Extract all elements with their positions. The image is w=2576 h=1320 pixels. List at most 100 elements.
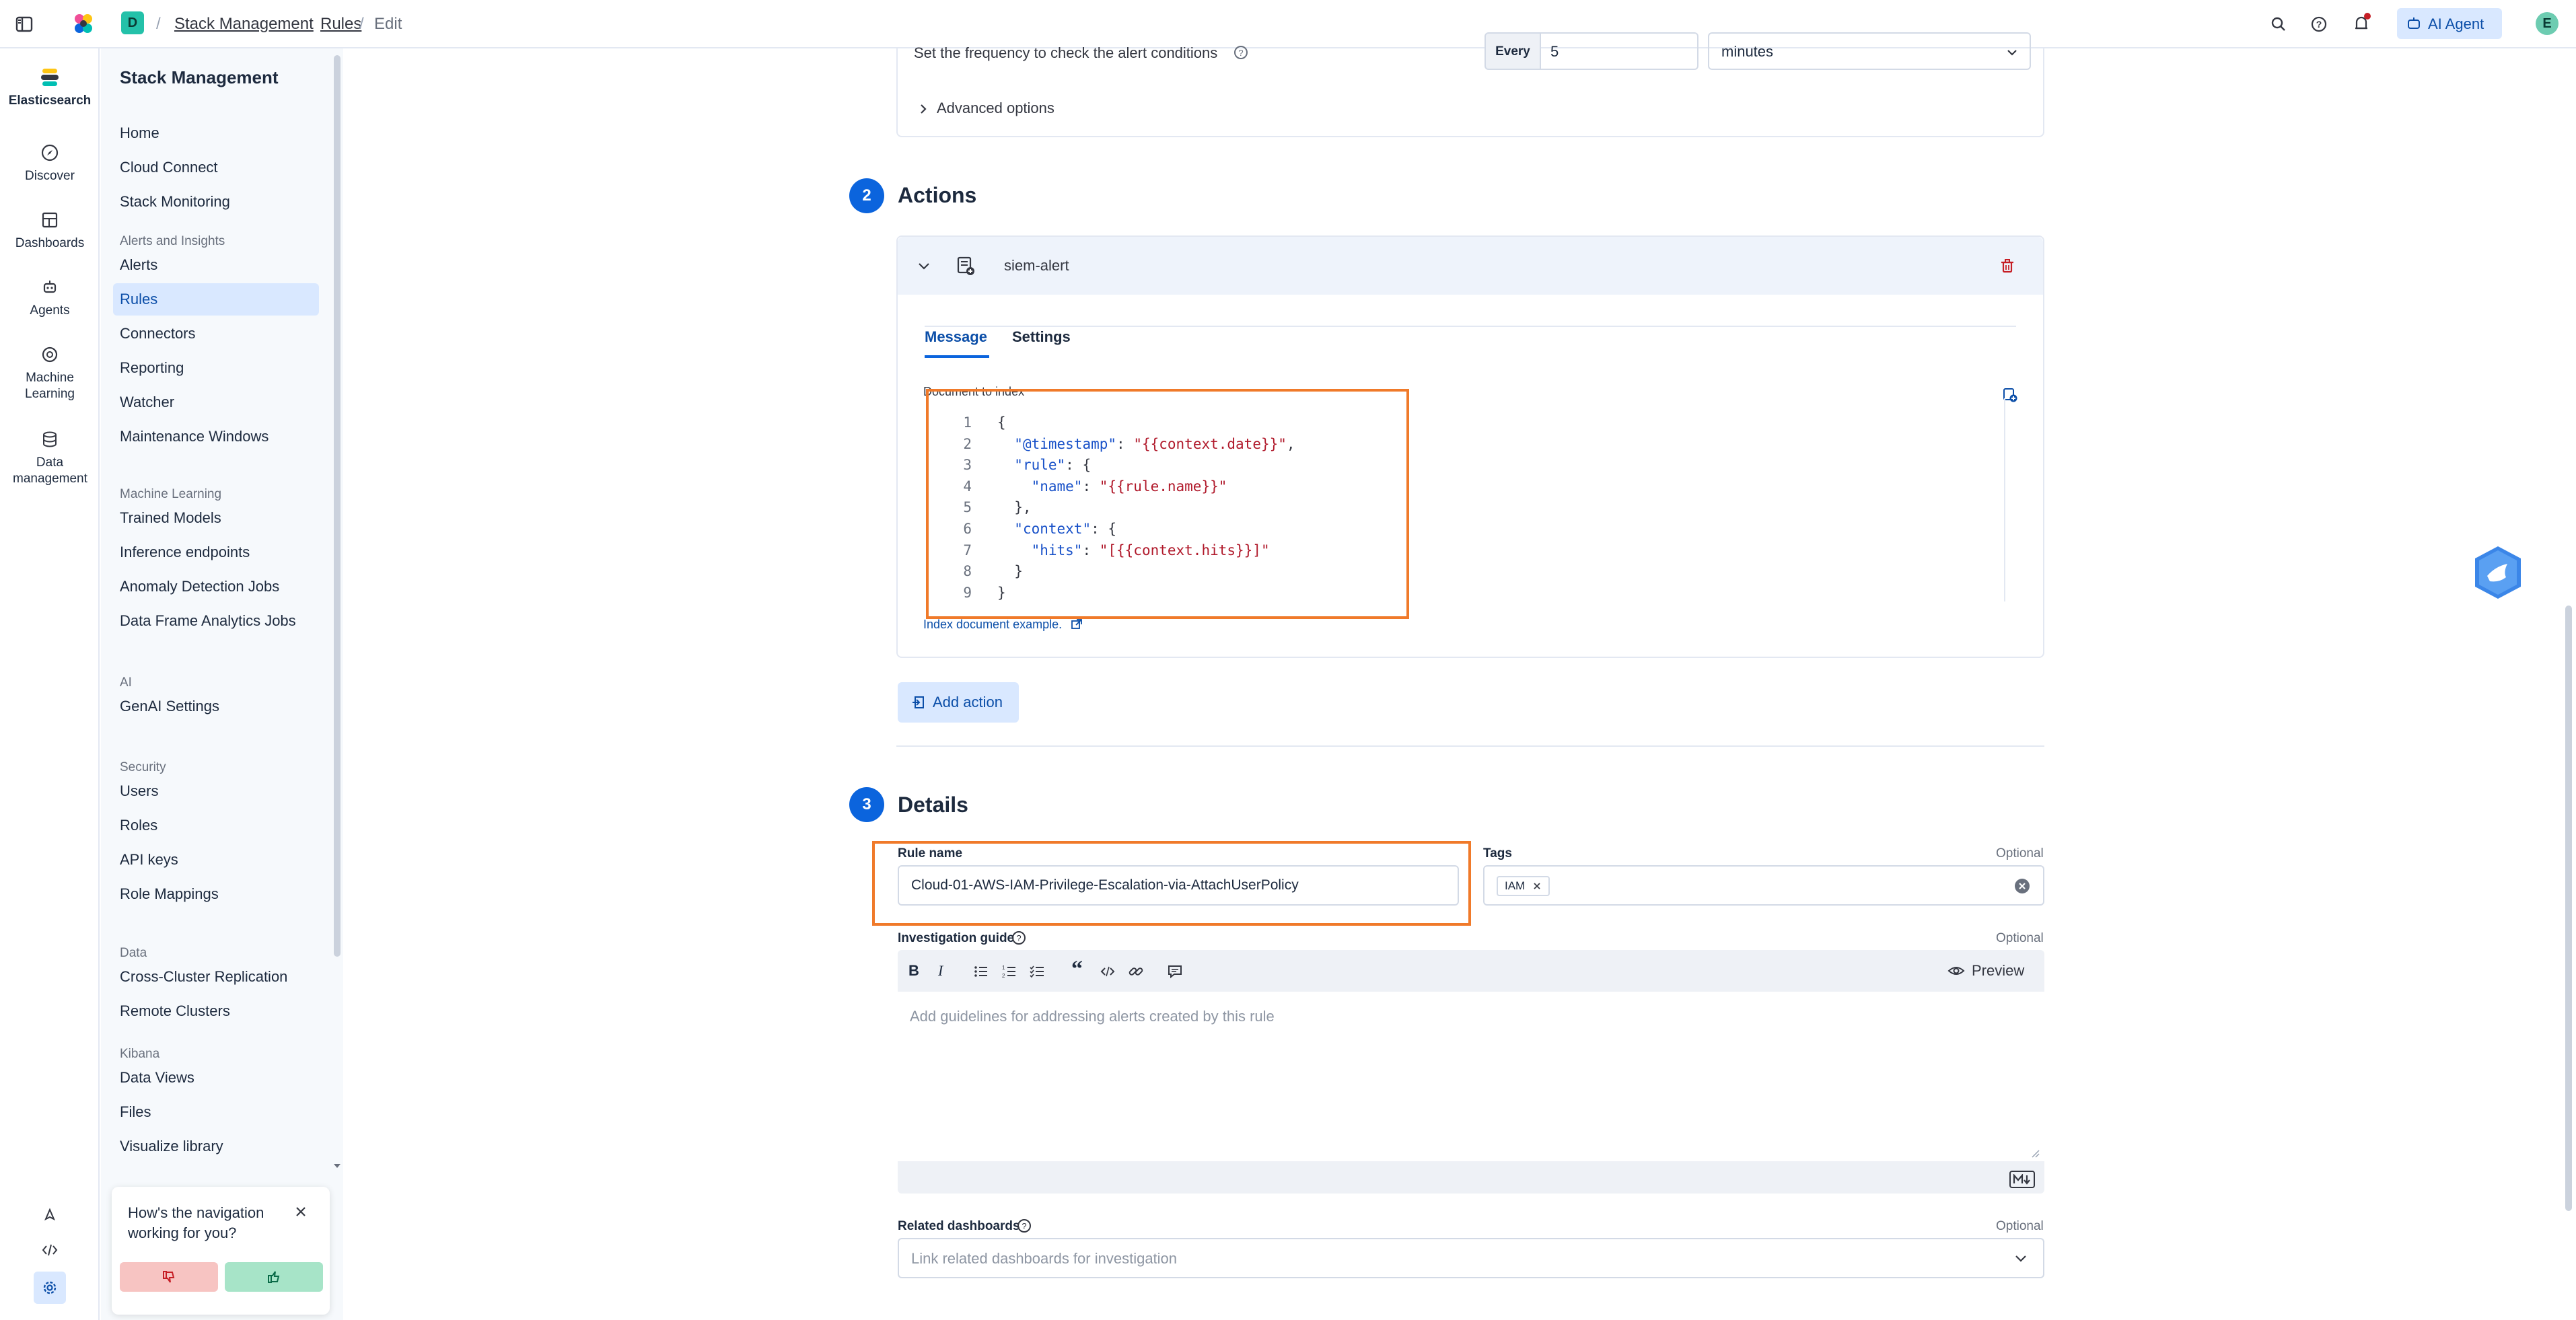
management-gear-icon[interactable] [34,1272,66,1304]
sidebar-item-inference-endpoints[interactable]: Inference endpoints [113,536,319,569]
actions-title: Actions [898,183,977,207]
sidebar-item-data-frame-analytics-jobs[interactable]: Data Frame Analytics Jobs [113,605,319,637]
search-icon[interactable] [2269,15,2288,34]
notifications-bell-icon[interactable] [2350,12,2373,35]
rail-agents[interactable]: Agents [0,277,100,319]
sidebar-item-trained-models[interactable]: Trained Models [113,502,319,534]
sidebar-item-home[interactable]: Home [113,117,322,149]
link-icon[interactable] [1128,963,1144,980]
rail-elasticsearch[interactable]: Elasticsearch [0,66,100,109]
close-icon[interactable] [293,1204,308,1219]
sidebar-item-stack-monitoring[interactable]: Stack Monitoring [113,186,322,218]
rail-data-management[interactable]: Data management [0,429,100,487]
nav-group-title: Security [120,760,166,774]
svg-text:?: ? [1022,1221,1026,1231]
page-scrollbar[interactable] [2565,606,2572,1211]
elastic-logo-icon[interactable] [71,12,96,36]
quote-icon[interactable]: “ [1071,957,1083,982]
space-avatar[interactable]: D [121,11,144,34]
sidebar-item-data-views[interactable]: Data Views [113,1062,319,1094]
italic-icon[interactable]: I [938,962,943,980]
floating-assistant-button[interactable] [2472,545,2524,600]
user-avatar[interactable]: E [2536,12,2559,35]
nav-scrollbar[interactable] [334,55,341,957]
breadcrumb-rules[interactable]: Rules [320,13,361,35]
app-rail: Elasticsearch Discover Dashboards Agents… [0,48,100,1320]
delete-trash-icon[interactable] [1999,257,2016,274]
schedule-text: Set the frequency to check the alert con… [914,44,1218,61]
chevron-down-icon [2007,50,2017,56]
rail-discover[interactable]: Discover [0,143,100,184]
interval-input[interactable]: 5 [1540,32,1698,70]
ai-agent-button[interactable]: AI Agent [2397,8,2502,39]
related-optional: Optional [1996,1219,2044,1233]
scroll-down-arrow-icon[interactable] [334,1164,341,1168]
sidebar-item-users[interactable]: Users [113,775,319,807]
bullet-list-icon[interactable] [973,963,989,980]
tab-message[interactable]: Message [925,328,989,358]
developer-tools-icon[interactable] [40,1241,59,1259]
sidebar-item-connectors[interactable]: Connectors [113,318,319,350]
schedule-help-icon[interactable]: ? [1233,44,1249,61]
editor-scroll-track [2004,398,2005,601]
tags-combobox[interactable]: IAM [1483,865,2044,906]
related-dashboards-combobox[interactable]: Link related dashboards for investigatio… [898,1238,2044,1278]
sidebar-item-cross-cluster-replication[interactable]: Cross-Cluster Replication [113,961,319,993]
thumbs-down-button[interactable] [120,1262,218,1292]
nav-group-title: Data [120,946,147,960]
add-action-button[interactable]: Add action [898,682,1019,723]
svg-text:?: ? [2316,19,2322,30]
sidebar-item-anomaly-detection-jobs[interactable]: Anomaly Detection Jobs [113,571,319,603]
tag-pill[interactable]: IAM [1497,876,1550,896]
sidebar-item-maintenance-windows[interactable]: Maintenance Windows [113,420,319,453]
bird-assistant-icon [2475,546,2521,599]
bold-icon[interactable]: B [908,962,919,980]
sidebar-item-watcher[interactable]: Watcher [113,386,319,418]
task-list-icon[interactable] [1030,963,1046,980]
thumbs-up-button[interactable] [225,1262,323,1292]
sidebar-item-rules[interactable]: Rules [113,283,319,316]
rail-machine-learning[interactable]: Machine Learning [0,344,100,402]
rail-dashboards[interactable]: Dashboards [0,210,100,252]
nav-group-title: Kibana [120,1047,160,1061]
help-icon[interactable]: ? [2310,15,2328,34]
nav-group-title: Machine Learning [120,487,222,501]
rail-agents-label: Agents [30,303,70,318]
external-link-icon [1071,619,1082,629]
breadcrumb-stack-management[interactable]: Stack Management [174,13,314,35]
comment-icon[interactable] [1167,963,1183,980]
svg-text:?: ? [1016,933,1021,943]
guide-textarea[interactable]: Add guidelines for addressing alerts cre… [898,992,2044,1161]
step-3-badge: 3 [849,787,884,822]
numbered-list-icon[interactable]: 12 [1001,963,1017,980]
sidebar-toggle-icon[interactable] [15,15,34,34]
connector-name: siem-alert [1004,257,1069,274]
index-document-example-link[interactable]: Index document example. [923,618,1083,632]
sidebar-item-files[interactable]: Files [113,1096,319,1128]
resize-handle-icon[interactable] [2031,1149,2040,1159]
guide-help-icon[interactable]: ? [1011,930,1027,946]
rocket-icon[interactable] [40,1206,59,1224]
tags-label: Tags [1483,846,1512,860]
interval-unit-select[interactable]: minutes [1708,32,2031,70]
sidebar-item-role-mappings[interactable]: Role Mappings [113,878,319,910]
related-help-icon[interactable]: ? [1016,1218,1032,1234]
code-icon[interactable] [1100,963,1116,980]
guide-placeholder: Add guidelines for addressing alerts cre… [910,1008,1275,1025]
sidebar-item-reporting[interactable]: Reporting [113,352,319,384]
tab-settings[interactable]: Settings [1012,328,1071,346]
tags-optional: Optional [1996,846,2044,860]
investigation-guide-label: Investigation guide [898,931,1015,945]
sidebar-item-remote-clusters[interactable]: Remote Clusters [113,995,319,1027]
action-panel-header[interactable]: siem-alert [898,237,2043,295]
sidebar-item-visualize-library[interactable]: Visualize library [113,1130,319,1163]
sidebar-item-genai-settings[interactable]: GenAI Settings [113,690,319,723]
sidebar-item-roles[interactable]: Roles [113,809,319,842]
every-prepend: Every [1484,32,1541,70]
sidebar-item-api-keys[interactable]: API keys [113,844,319,876]
sidebar-item-alerts[interactable]: Alerts [113,249,319,281]
remove-tag-icon[interactable] [1532,881,1542,891]
sidebar-item-cloud-connect[interactable]: Cloud Connect [113,151,322,184]
step-2-badge: 2 [849,178,884,213]
clear-tags-icon[interactable] [2013,877,2031,895]
